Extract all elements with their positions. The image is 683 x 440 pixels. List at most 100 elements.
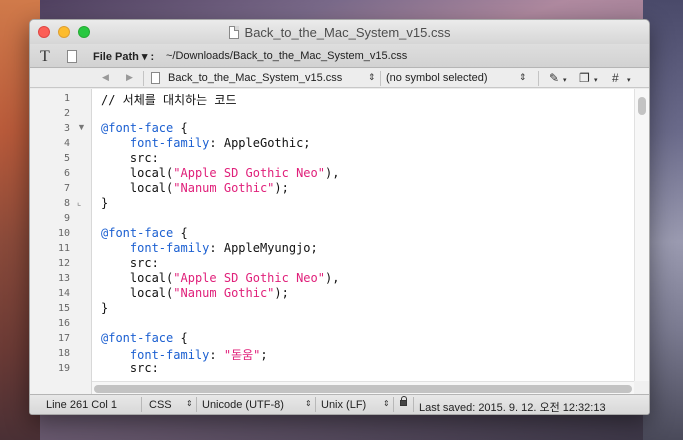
code-text: src:: [101, 361, 159, 375]
code-keyword: @font-face: [101, 331, 174, 345]
vertical-scrollbar[interactable]: [634, 89, 649, 381]
editor-window: Back_to_the_Mac_System_v15.css T File Pa…: [29, 19, 650, 415]
forward-arrow-icon[interactable]: ▶: [126, 72, 133, 83]
code-token: ),: [324, 271, 340, 285]
code-token: :: [209, 348, 224, 362]
code-line[interactable]: 8 ⌞}: [30, 196, 649, 211]
line-number: 18: [57, 348, 70, 359]
code-text: font-family: AppleMyungjo;: [101, 241, 318, 255]
status-divider: [196, 397, 197, 412]
chevron-down-icon[interactable]: ▾: [594, 76, 598, 84]
code-line[interactable]: 4 font-family: AppleGothic;: [30, 136, 649, 151]
code-token: local(: [129, 181, 174, 195]
title-bar[interactable]: Back_to_the_Mac_System_v15.css: [30, 20, 649, 44]
code-text: local("Apple SD Gothic Neo"),: [101, 166, 340, 180]
code-token: src:: [129, 361, 159, 375]
code-line[interactable]: 3 ▼ @font-face {: [30, 121, 649, 136]
code-editor[interactable]: 1// 서체를 대치하는 코드 2 3 ▼ @font-face {4 font-fam…: [30, 89, 649, 396]
document-info-icon[interactable]: [67, 50, 77, 63]
line-number: 19: [57, 363, 70, 374]
code-line[interactable]: 17 @font-face {: [30, 331, 649, 346]
code-token: ;: [260, 348, 268, 362]
code-token: {: [173, 121, 188, 135]
code-text: local("Nanum Gothic");: [101, 286, 289, 300]
toolbar: T File Path ▾ : ~/Downloads/Back_to_the_…: [30, 44, 649, 68]
code-text: @font-face {: [101, 121, 188, 135]
code-token: );: [274, 286, 289, 300]
code-line[interactable]: 5 src:: [30, 151, 649, 166]
code-line[interactable]: 15}: [30, 301, 649, 316]
line-endings-arrows-icon[interactable]: ⇕: [383, 399, 390, 408]
code-token: }: [101, 196, 109, 210]
code-line[interactable]: 1 // 서체를 대치하는 코드: [30, 91, 649, 107]
lock-icon[interactable]: [400, 396, 407, 406]
code-line[interactable]: 11 font-family: AppleMyungjo;: [30, 241, 649, 256]
minimize-button[interactable]: [58, 26, 70, 38]
fold-close-icon[interactable]: ⌞: [77, 197, 81, 208]
code-text: @font-face {: [101, 226, 188, 240]
zoom-button[interactable]: [78, 26, 90, 38]
code-token: );: [274, 181, 289, 195]
vertical-scroll-thumb[interactable]: [638, 97, 646, 115]
code-line[interactable]: 2: [30, 106, 649, 121]
text-options-icon[interactable]: T: [40, 48, 50, 66]
encoding-arrows-icon[interactable]: ⇕: [305, 399, 312, 408]
chevron-down-icon[interactable]: ▾: [627, 76, 631, 84]
line-number: 13: [57, 273, 70, 284]
chevron-down-icon[interactable]: ▾: [563, 76, 567, 84]
symbol-selector[interactable]: (no symbol selected): [386, 72, 488, 84]
code-line[interactable]: 10 @font-face {: [30, 226, 649, 241]
code-keyword: font-family: [129, 241, 210, 255]
code-line[interactable]: 18 font-family: "돋움";: [30, 346, 649, 362]
line-number: 12: [57, 258, 70, 269]
nav-divider: [380, 71, 381, 86]
fold-open-icon[interactable]: ▼: [77, 122, 86, 132]
code-line[interactable]: 7 local("Nanum Gothic");: [30, 181, 649, 196]
code-text: src:: [101, 256, 159, 270]
file-selector[interactable]: Back_to_the_Mac_System_v15.css: [168, 72, 342, 84]
line-number: 6: [63, 168, 70, 179]
code-line[interactable]: 9: [30, 211, 649, 226]
file-selector-arrows-icon[interactable]: ⇕: [368, 72, 376, 83]
status-divider: [393, 397, 394, 412]
file-path-menu[interactable]: File Path ▾ :: [93, 50, 154, 63]
code-line[interactable]: 19 src:: [30, 361, 649, 376]
code-text: @font-face {: [101, 331, 188, 345]
file-icon: [151, 72, 160, 84]
close-button[interactable]: [38, 26, 50, 38]
code-line[interactable]: 14 local("Nanum Gothic");: [30, 286, 649, 301]
marker-pen-icon[interactable]: ✎: [549, 71, 559, 85]
code-line[interactable]: 12 src:: [30, 256, 649, 271]
language-selector[interactable]: CSS: [149, 399, 172, 411]
file-path-value: ~/Downloads/Back_to_the_Mac_System_v15.c…: [166, 50, 408, 62]
line-number: 2: [63, 108, 70, 119]
hash-icon[interactable]: #: [612, 71, 619, 85]
horizontal-scroll-thumb[interactable]: [94, 385, 632, 393]
encoding-selector[interactable]: Unicode (UTF-8): [202, 399, 284, 411]
documents-icon[interactable]: ❐: [579, 71, 590, 85]
code-line[interactable]: 6 local("Apple SD Gothic Neo"),: [30, 166, 649, 181]
code-token: src:: [129, 256, 159, 270]
code-string: "돋움": [223, 348, 261, 362]
document-icon[interactable]: [228, 26, 239, 39]
code-line[interactable]: 16: [30, 316, 649, 331]
line-number: 5: [63, 153, 70, 164]
code-text: }: [101, 301, 108, 315]
code-token: ),: [324, 166, 340, 180]
line-number: 3: [63, 123, 70, 134]
code-token: : AppleGothic;: [209, 136, 311, 150]
symbol-selector-arrows-icon[interactable]: ⇕: [519, 72, 527, 83]
cursor-position[interactable]: Line 261 Col 1: [46, 399, 117, 411]
language-arrows-icon[interactable]: ⇕: [186, 399, 193, 408]
line-endings-selector[interactable]: Unix (LF): [321, 399, 366, 411]
code-token: {: [173, 331, 188, 345]
back-arrow-icon[interactable]: ◀: [102, 72, 109, 83]
code-token: local(: [129, 271, 174, 285]
navigation-bar: ◀ ▶ Back_to_the_Mac_System_v15.css ⇕ (no…: [30, 69, 649, 88]
code-line[interactable]: 13 local("Apple SD Gothic Neo"),: [30, 271, 649, 286]
